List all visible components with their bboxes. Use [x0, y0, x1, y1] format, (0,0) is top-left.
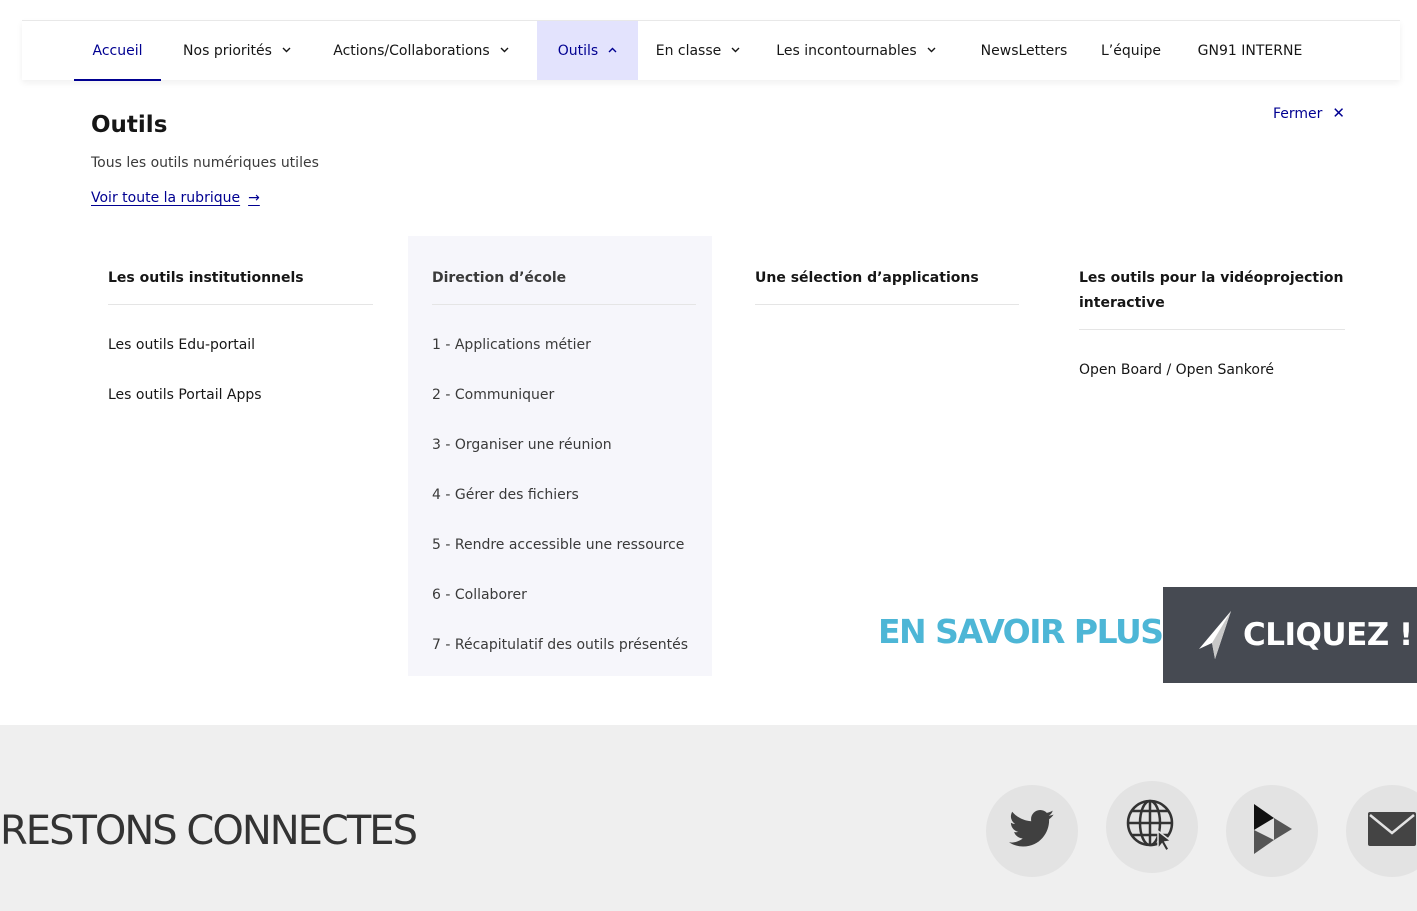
main-navigation: Accueil Nos priorités Actions/Collaborat…: [22, 20, 1400, 81]
column-heading: Direction d’école: [432, 266, 696, 305]
media-button[interactable]: [1226, 785, 1318, 877]
mega-menu-title: Outils: [91, 112, 168, 138]
nav-item-label: Nos priorités: [183, 42, 272, 59]
menu-link[interactable]: 3 - Organiser une réunion: [432, 435, 696, 455]
menu-link[interactable]: 4 - Gérer des fichiers: [432, 485, 696, 505]
footer: RESTONS CONNECTES: [0, 725, 1417, 911]
nav-item-actions-collaborations[interactable]: Actions/Collaborations: [317, 21, 525, 80]
nav-item-label: GN91 INTERNE: [1197, 42, 1303, 59]
mega-menu-description: Tous les outils numériques utiles: [91, 155, 319, 171]
column-institutional-tools: Les outils institutionnels Les outils Ed…: [108, 266, 373, 405]
close-button-label: Fermer: [1273, 106, 1323, 122]
menu-link[interactable]: 7 - Récapitulatif des outils présentés: [432, 635, 696, 655]
nav-item-label: Accueil: [92, 42, 143, 59]
nav-item-label: L’équipe: [1100, 42, 1161, 59]
nav-item-outils[interactable]: Outils: [537, 21, 638, 80]
nav-item-gn91-interne[interactable]: GN91 INTERNE: [1186, 21, 1314, 80]
close-icon: ✕: [1332, 104, 1345, 122]
nav-item-nos-priorites[interactable]: Nos priorités: [172, 21, 302, 80]
column-heading: Les outils institutionnels: [108, 266, 373, 305]
see-whole-section-link[interactable]: Voir toute la rubrique →: [91, 190, 260, 206]
chevron-down-icon: [731, 46, 740, 56]
column-interactive-projection: Les outils pour la vidéoprojection inter…: [1079, 266, 1345, 380]
en-savoir-plus-text: EN SAVOIR PLUS: [878, 612, 1164, 651]
nav-item-accueil[interactable]: Accueil: [74, 21, 161, 81]
column-heading: Les outils pour la vidéoprojection inter…: [1079, 266, 1345, 330]
menu-link[interactable]: Open Board / Open Sankoré: [1079, 360, 1345, 380]
nav-item-les-incontournables[interactable]: Les incontournables: [766, 21, 946, 80]
nav-item-label: NewsLetters: [980, 42, 1068, 59]
twitter-icon: [1009, 810, 1055, 852]
chevron-down-icon: [282, 46, 291, 56]
chevron-down-icon: [927, 46, 936, 56]
globe-icon: [1124, 797, 1180, 857]
column-app-selection: Une sélection d’applications: [755, 266, 1019, 305]
see-whole-section-label: Voir toute la rubrique: [91, 190, 241, 206]
mail-icon: [1367, 811, 1417, 851]
nav-item-label: Les incontournables: [776, 42, 917, 59]
cliquez-label: CLIQUEZ !: [1243, 617, 1413, 653]
chevron-down-icon: [500, 46, 509, 56]
menu-link[interactable]: 6 - Collaborer: [432, 585, 696, 605]
chevron-up-icon: [608, 46, 617, 56]
nav-item-label: En classe: [655, 42, 722, 59]
arrow-right-icon: →: [248, 190, 260, 206]
nav-item-en-classe[interactable]: En classe: [648, 21, 748, 80]
website-button[interactable]: [1106, 781, 1198, 873]
footer-title: RESTONS CONNECTES: [0, 808, 418, 854]
nav-item-l-equipe[interactable]: L’équipe: [1092, 21, 1170, 80]
menu-link[interactable]: Les outils Portail Apps: [108, 385, 373, 405]
mail-button[interactable]: [1346, 785, 1417, 877]
close-button[interactable]: Fermer ✕: [1273, 104, 1345, 122]
nav-item-newsletters[interactable]: NewsLetters: [972, 21, 1076, 80]
cliquez-button[interactable]: CLIQUEZ !: [1163, 587, 1417, 683]
column-heading: Une sélection d’applications: [755, 266, 1019, 305]
cursor-arrow-icon: [1195, 609, 1235, 661]
menu-link[interactable]: 1 - Applications métier: [432, 335, 696, 355]
menu-link[interactable]: 5 - Rendre accessible une ressource: [432, 535, 696, 555]
menu-link[interactable]: Les outils Edu-portail: [108, 335, 373, 355]
nav-item-label: Actions/Collaborations: [333, 42, 490, 59]
twitter-button[interactable]: [986, 785, 1078, 877]
column-direction-ecole: Direction d’école 1 - Applications métie…: [408, 236, 712, 676]
nav-item-label: Outils: [557, 42, 599, 59]
media-player-icon: [1250, 802, 1294, 860]
menu-link[interactable]: 2 - Communiquer: [432, 385, 696, 405]
